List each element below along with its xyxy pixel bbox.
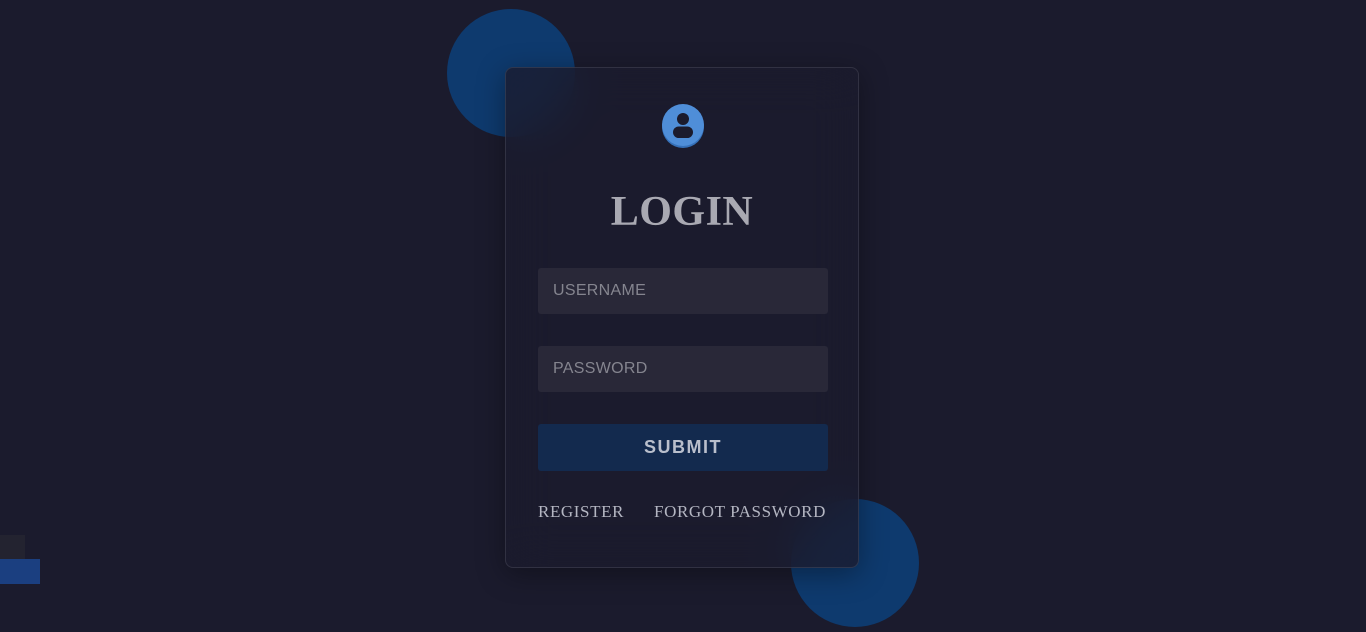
password-input[interactable] <box>538 346 828 392</box>
register-link[interactable]: REGISTER <box>538 501 624 523</box>
username-input[interactable] <box>538 268 828 314</box>
corner-artifact-dark <box>0 535 25 559</box>
page-background: LOGIN SUBMIT REGISTER FORGOT PASSWORD <box>0 0 1366 632</box>
user-circle-icon <box>662 104 704 146</box>
user-silhouette-icon <box>673 113 693 138</box>
forgot-password-link[interactable]: FORGOT PASSWORD <box>654 501 826 523</box>
login-card: LOGIN SUBMIT REGISTER FORGOT PASSWORD <box>505 67 859 568</box>
submit-button[interactable]: SUBMIT <box>538 424 828 471</box>
corner-artifact-blue <box>0 559 40 584</box>
login-title: LOGIN <box>610 189 754 235</box>
